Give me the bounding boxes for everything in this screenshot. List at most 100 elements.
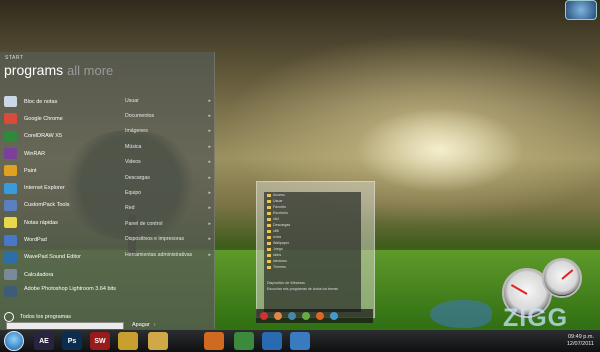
start-link-label: Música: [125, 143, 142, 150]
program-label: Google Chrome: [24, 115, 63, 122]
program-item[interactable]: WinRAR: [0, 145, 122, 162]
program-icon: [4, 286, 17, 298]
folder-icon: [267, 229, 271, 233]
folder-label: Favorito: [273, 205, 286, 209]
explorer-pane: Acceso Usuar Favorito Escritorio x64 Descarga…: [264, 192, 361, 312]
memory-gauge-gadget[interactable]: [542, 258, 582, 298]
folder-icon: [267, 217, 271, 221]
program-label: Calculadora: [24, 271, 54, 278]
preview-icon: [316, 312, 324, 320]
start-link-label: Imágenes: [125, 128, 148, 135]
preview-icon: [274, 312, 282, 320]
all-programs-button[interactable]: Todos los programas: [4, 312, 71, 322]
explorer-footer-item[interactable]: Escuchar mis programas de todos los tema…: [264, 286, 361, 292]
start-link[interactable]: Red ▸: [125, 201, 213, 216]
explorer-footer-label: Escuchar mis programas de todos los tema…: [267, 287, 338, 291]
after-effects-icon: AE: [39, 337, 49, 345]
start-button[interactable]: [4, 331, 24, 351]
gadget-widget[interactable]: [565, 0, 597, 20]
folder-label: Juego: [273, 247, 283, 251]
program-label: Paint: [24, 167, 37, 174]
folder-icon: [267, 247, 271, 251]
chevron-right-icon: ▸: [208, 97, 211, 104]
program-icon: [4, 234, 17, 246]
start-links: Usuar ▸ Documentos ▸ Imágenes ▸ Música ▸ Videos ▸…: [125, 93, 213, 262]
program-item[interactable]: Notas rápidas: [0, 214, 122, 231]
program-item[interactable]: CorelDRAW X5: [0, 128, 122, 145]
program-item[interactable]: Paint: [0, 162, 122, 179]
chevron-right-icon: ▸: [208, 205, 211, 212]
program-icon: [4, 165, 17, 177]
explorer-taskbar-button[interactable]: [148, 332, 168, 350]
reader-taskbar-button[interactable]: SW: [90, 332, 110, 350]
start-link-label: Equipo: [125, 190, 142, 197]
program-item[interactable]: CustomPack Tools: [0, 197, 122, 214]
folder-icon: [267, 241, 271, 245]
folder-icon: [267, 235, 271, 239]
start-link[interactable]: Dispositivos e impresoras ▸: [125, 232, 213, 247]
start-link-label: Dispositivos e impresoras: [125, 236, 185, 243]
messenger-taskbar-button[interactable]: [234, 332, 254, 350]
photoshop-taskbar-button[interactable]: Ps: [62, 332, 82, 350]
start-link[interactable]: Equipo ▸: [125, 185, 213, 200]
program-item[interactable]: Google Chrome: [0, 110, 122, 127]
shutdown-button[interactable]: Apagar ›: [132, 322, 156, 328]
program-item[interactable]: Calculadora: [0, 266, 122, 283]
preview-icon: [302, 312, 310, 320]
program-label: WinRAR: [24, 150, 46, 157]
start-link[interactable]: Imágenes ▸: [125, 124, 213, 139]
after-effects-taskbar-button[interactable]: AE: [34, 332, 54, 350]
folder-label: Themes: [273, 265, 286, 269]
program-item[interactable]: WavePad Sound Editor: [0, 249, 122, 266]
photoshop-icon: Ps: [67, 337, 77, 345]
start-link[interactable]: Videos ▸: [125, 155, 213, 170]
start-link-label: Herramientas administrativas: [125, 251, 193, 258]
program-item[interactable]: WordPad: [0, 231, 122, 248]
program-icon: [4, 182, 17, 194]
programs-tab[interactable]: programs: [4, 62, 63, 78]
chevron-right-icon: ▸: [208, 159, 211, 166]
preview-icon: [330, 312, 338, 320]
gauge-needle: [561, 268, 574, 280]
program-label: Notas rápidas: [24, 219, 58, 226]
start-link[interactable]: Descargas ▸: [125, 170, 213, 185]
chevron-right-icon: ▸: [208, 143, 211, 150]
chevron-right-icon[interactable]: ›: [154, 322, 156, 328]
clock-date: 12/07/2011: [566, 341, 594, 347]
explorer-taskbar-preview: [256, 309, 373, 323]
start-label: START: [5, 55, 24, 61]
start-link[interactable]: Música ▸: [125, 139, 213, 154]
chrome-taskbar-button[interactable]: [118, 332, 138, 350]
program-icon: [4, 269, 17, 281]
program-item[interactable]: Adobe Photoshop Lightroom 3.64 bits: [0, 283, 122, 310]
program-item[interactable]: Bloc de notas: [0, 93, 122, 110]
preview-icon: [288, 312, 296, 320]
clock[interactable]: 09:49 p.m. 12/07/2011: [567, 334, 594, 348]
chevron-right-icon: ▸: [208, 128, 211, 135]
folder-label: Usuar: [273, 199, 283, 203]
chevron-right-icon: ▸: [208, 251, 211, 258]
media-center-taskbar-button[interactable]: [262, 332, 282, 350]
preview-icon: [260, 312, 268, 320]
start-link-label: Panel de control: [125, 220, 163, 227]
arrow-icon: [4, 312, 14, 322]
start-link[interactable]: Panel de control ▸: [125, 216, 213, 231]
mascot-logo: [430, 300, 492, 328]
program-label: CorelDRAW X5: [24, 133, 62, 140]
folder-label: Acceso: [273, 193, 285, 197]
start-link[interactable]: Documentos ▸: [125, 108, 213, 123]
folder-label: windows: [273, 259, 287, 263]
firefox-taskbar-button[interactable]: [204, 332, 224, 350]
program-label: Bloc de notas: [24, 98, 58, 105]
network-taskbar-button[interactable]: [290, 332, 310, 350]
folder-icon: [267, 211, 271, 215]
folder-label: Escritorio: [273, 211, 288, 215]
start-link[interactable]: Usuar ▸: [125, 93, 213, 108]
program-item[interactable]: Internet Explorer: [0, 179, 122, 196]
program-icon: [4, 148, 17, 160]
all-more-tab[interactable]: all more: [67, 63, 113, 78]
reader-icon: SW: [94, 337, 106, 345]
start-link[interactable]: Herramientas administrativas ▸: [125, 247, 213, 262]
start-link-label: Descargas: [125, 174, 150, 181]
folder-icon: [267, 199, 271, 203]
